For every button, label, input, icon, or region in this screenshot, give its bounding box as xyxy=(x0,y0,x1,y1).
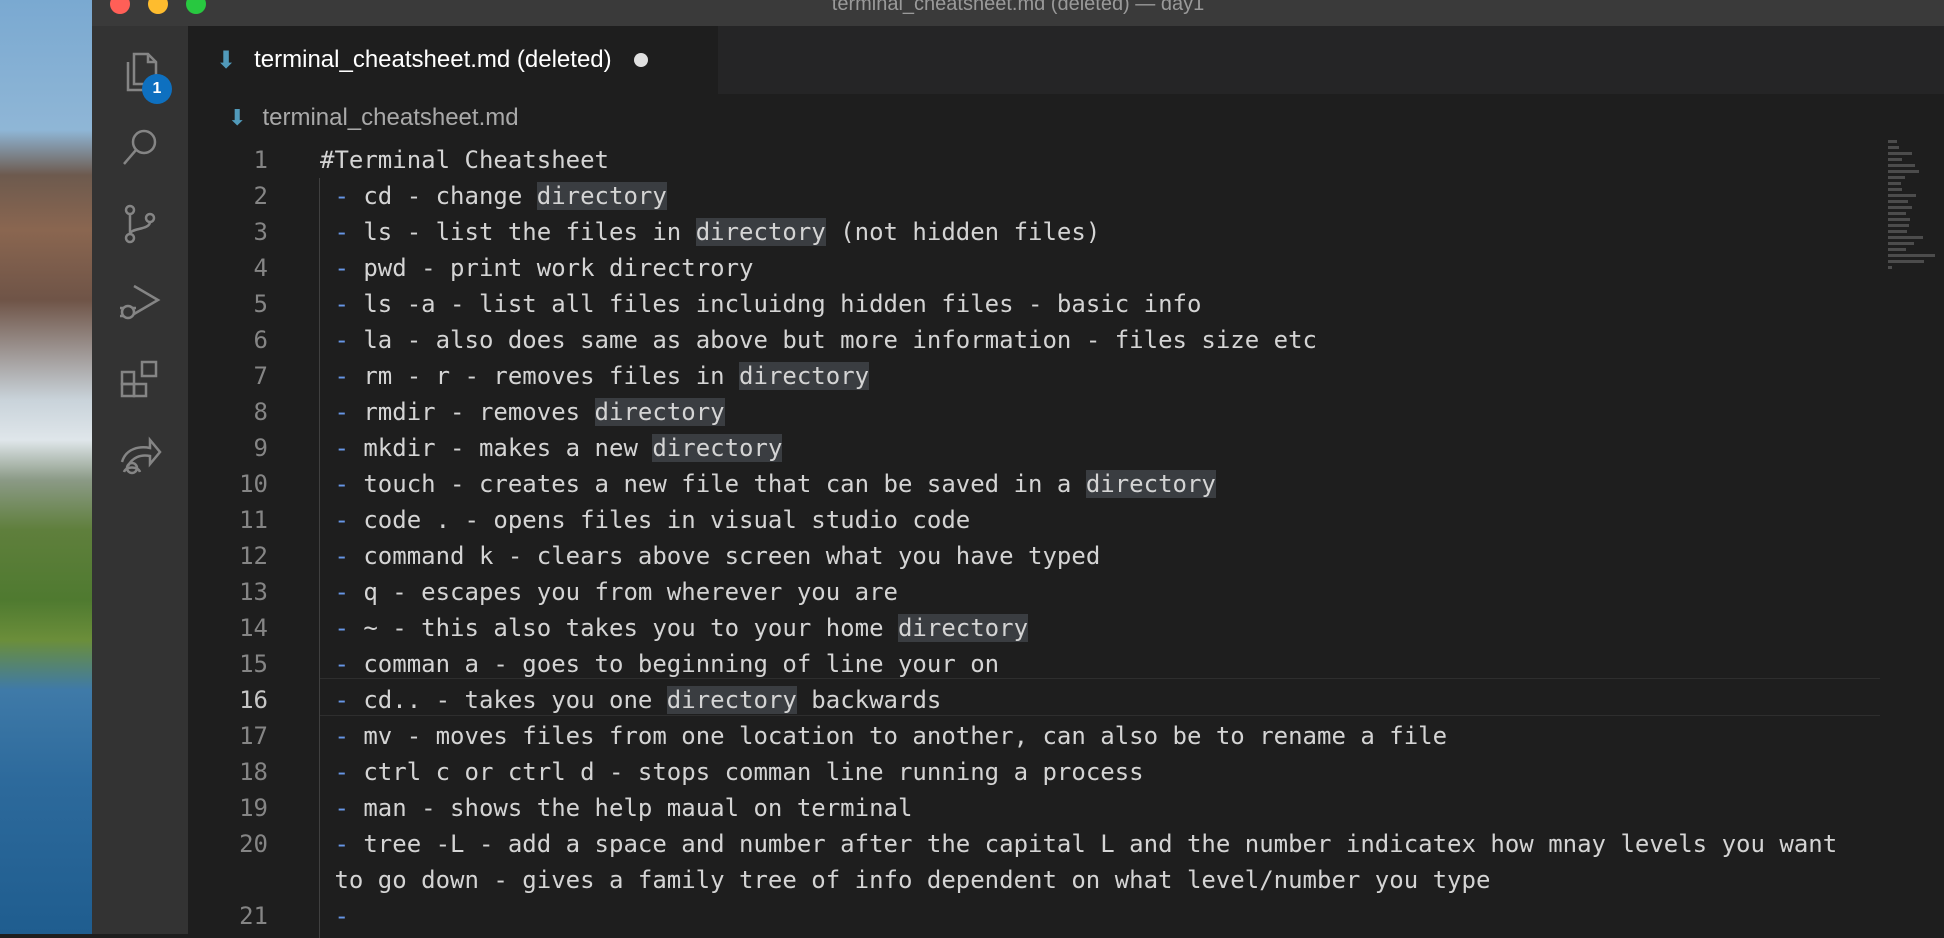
unsaved-dot-icon[interactable] xyxy=(633,53,648,67)
line-text: - tree -L - add a space and number after… xyxy=(334,830,1838,858)
line-number: 9 xyxy=(253,434,268,462)
minimap-line xyxy=(1888,242,1914,245)
minimap[interactable] xyxy=(1888,140,1944,269)
minimap-line xyxy=(1888,188,1903,191)
line-text: to go down - gives a family tree of info… xyxy=(320,866,1491,894)
minimap-line xyxy=(1888,224,1910,227)
line-text: - ls - list the files in directory (not … xyxy=(334,218,1101,246)
line-number: 8 xyxy=(253,398,268,426)
minimap-line xyxy=(1888,170,1920,173)
minimap-line xyxy=(1888,206,1913,209)
remote-share-icon[interactable] xyxy=(112,428,168,484)
breadcrumb: ⬇ terminal_cheatsheet.md xyxy=(188,96,519,140)
line-text: - comman a - goes to beginning of line y… xyxy=(334,650,1000,678)
minimap-line xyxy=(1888,146,1899,149)
editor-area[interactable]: 1 #Terminal Cheatsheet 2 - cd - change dir… xyxy=(188,142,1944,938)
minimap-line xyxy=(1888,254,1936,257)
markdown-icon: ⬇ xyxy=(228,105,247,130)
line-number: 4 xyxy=(253,254,268,282)
line-text: - la - also does same as above but more … xyxy=(334,326,1318,354)
minimap-line xyxy=(1888,200,1909,203)
desktop-wallpaper xyxy=(0,0,92,934)
minimap-line xyxy=(1888,230,1908,233)
line-number: 17 xyxy=(239,722,268,750)
minimap-line xyxy=(1888,158,1902,161)
line-text: - mv - moves files from one location to … xyxy=(334,722,1448,750)
minimap-line xyxy=(1888,164,1916,167)
line-text: - rm - r - removes files in directory xyxy=(334,362,870,390)
line-number: 19 xyxy=(239,794,268,822)
search-icon[interactable] xyxy=(112,120,168,176)
tab-bar: ⬇ terminal_cheatsheet.md (deleted) xyxy=(188,26,1944,94)
activity-bar: 1 xyxy=(92,26,188,934)
line-number: 21 xyxy=(239,902,268,930)
run-debug-icon[interactable] xyxy=(112,274,168,330)
minimap-line xyxy=(1888,140,1897,143)
line-text: - rmdir - removes directory xyxy=(334,398,725,426)
tab-label: terminal_cheatsheet.md (deleted) xyxy=(254,46,612,73)
minimap-line xyxy=(1888,152,1913,155)
line-number: 20 xyxy=(239,830,268,858)
line-text: - cd - change directory xyxy=(334,182,667,210)
breadcrumb-file[interactable]: terminal_cheatsheet.md xyxy=(262,104,518,132)
line-text: - code . - opens files in visual studio … xyxy=(334,506,971,534)
minimap-line xyxy=(1888,212,1906,215)
line-number: 2 xyxy=(253,182,268,210)
line-number: 12 xyxy=(239,542,268,570)
line-text: - command k - clears above screen what y… xyxy=(334,542,1101,570)
minimap-line xyxy=(1888,236,1924,239)
line-text: - pwd - print work directrory xyxy=(334,254,754,282)
minimap-line xyxy=(1888,266,1892,269)
line-number: 15 xyxy=(239,650,268,678)
extensions-icon[interactable] xyxy=(112,352,168,408)
line-text: - q - escapes you from wherever you are xyxy=(334,578,898,606)
line-text: - ctrl c or ctrl d - stops comman line r… xyxy=(334,758,1144,786)
line-text: - man - shows the help maual on terminal xyxy=(334,794,913,822)
minimap-line xyxy=(1888,218,1911,221)
line-number: 11 xyxy=(239,506,268,534)
line-number: 14 xyxy=(239,614,268,642)
minimap-line xyxy=(1888,248,1907,251)
minimap-line xyxy=(1888,176,1906,179)
minimap-line xyxy=(1888,260,1925,263)
minimap-line xyxy=(1888,182,1901,185)
line-number: 13 xyxy=(239,578,268,606)
line-number: 6 xyxy=(253,326,268,354)
line-number: 3 xyxy=(253,218,268,246)
line-text: - cd.. - takes you one directory backwar… xyxy=(334,686,942,714)
line-number: 16 xyxy=(239,686,268,714)
line-number: 18 xyxy=(239,758,268,786)
line-text: - ~ - this also takes you to your home d… xyxy=(334,614,1029,642)
line-number: 1 xyxy=(253,146,268,174)
line-text: - touch - creates a new file that can be… xyxy=(334,470,1216,498)
line-text: - ls -a - list all files incluidng hidde… xyxy=(334,290,1202,318)
minimap-line xyxy=(1888,194,1916,197)
editor-tab[interactable]: ⬇ terminal_cheatsheet.md (deleted) xyxy=(188,26,718,94)
title-bar: terminal_cheatsheet.md (deleted) — day1 xyxy=(92,0,1944,26)
source-control-icon[interactable] xyxy=(112,196,168,252)
line-number: 10 xyxy=(239,470,268,498)
explorer-badge: 1 xyxy=(142,74,172,104)
line-text: #Terminal Cheatsheet xyxy=(320,146,609,174)
line-text: - xyxy=(334,902,349,930)
line-text: - mkdir - makes a new directory xyxy=(334,434,783,462)
markdown-icon: ⬇ xyxy=(216,46,237,74)
line-number: 7 xyxy=(253,362,268,390)
window-title: terminal_cheatsheet.md (deleted) — day1 xyxy=(831,0,1205,15)
line-number: 5 xyxy=(253,290,268,318)
